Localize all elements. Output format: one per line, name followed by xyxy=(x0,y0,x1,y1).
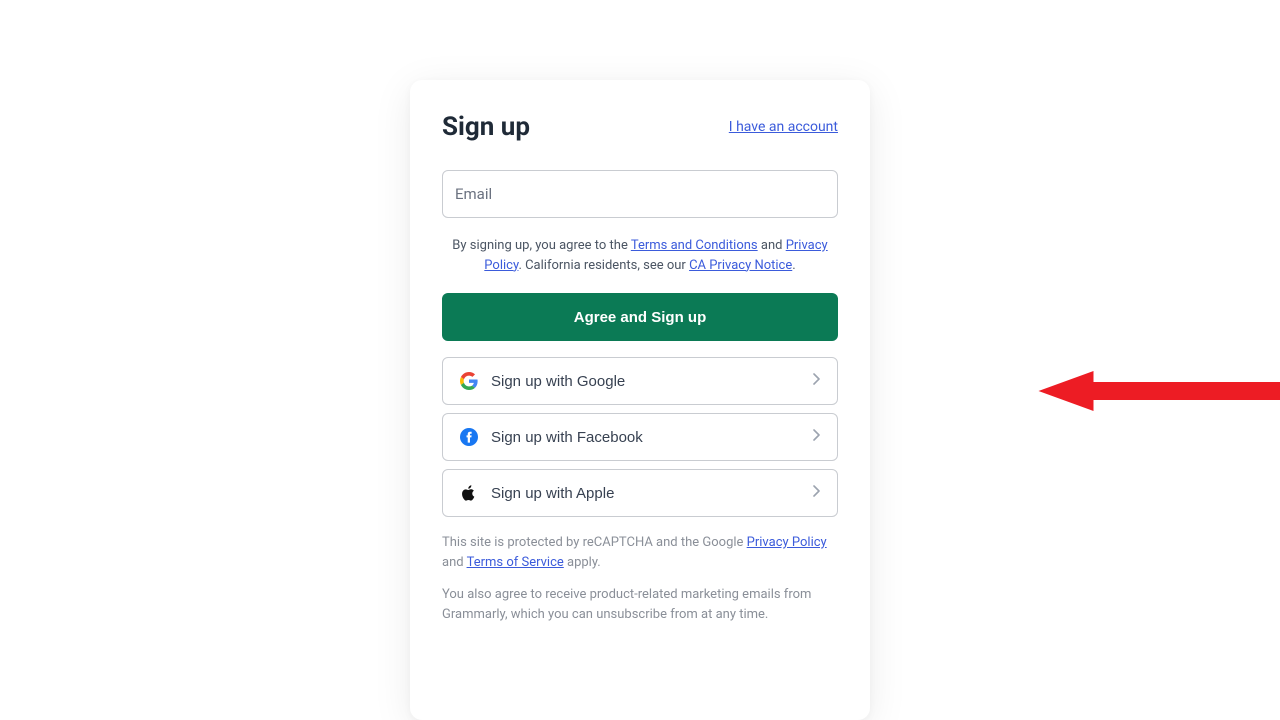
google-privacy-link[interactable]: Privacy Policy xyxy=(747,535,827,550)
chevron-right-icon xyxy=(813,484,821,502)
signup-google-button[interactable]: Sign up with Google xyxy=(442,357,838,405)
google-button-label: Sign up with Google xyxy=(491,373,813,390)
recaptcha-prefix: This site is protected by reCAPTCHA and … xyxy=(442,535,747,550)
chevron-right-icon xyxy=(813,372,821,390)
signup-card: Sign up I have an account Email By signi… xyxy=(410,80,870,720)
marketing-text: You also agree to receive product-relate… xyxy=(442,585,838,625)
apple-button-label: Sign up with Apple xyxy=(491,485,813,502)
apple-icon xyxy=(459,483,479,503)
signup-facebook-button[interactable]: Sign up with Facebook xyxy=(442,413,838,461)
terms-link[interactable]: Terms and Conditions xyxy=(631,238,758,253)
footer-and: and xyxy=(442,555,467,570)
page-title: Sign up xyxy=(442,112,530,142)
have-account-link[interactable]: I have an account xyxy=(729,119,838,135)
legal-prefix: By signing up, you agree to the xyxy=(452,238,631,253)
legal-ca-prefix: . California residents, see our xyxy=(518,258,689,273)
recaptcha-suffix: apply. xyxy=(564,555,601,570)
legal-and: and xyxy=(758,238,786,253)
facebook-button-label: Sign up with Facebook xyxy=(491,429,813,446)
email-field[interactable]: Email xyxy=(442,170,838,218)
header-row: Sign up I have an account xyxy=(442,112,838,142)
agree-signup-button[interactable]: Agree and Sign up xyxy=(442,293,838,341)
google-icon xyxy=(459,371,479,391)
facebook-icon xyxy=(459,427,479,447)
ca-privacy-link[interactable]: CA Privacy Notice xyxy=(689,258,792,273)
annotation-arrow xyxy=(1038,371,1280,411)
legal-suffix: . xyxy=(792,258,795,273)
google-tos-link[interactable]: Terms of Service xyxy=(467,555,564,570)
signup-apple-button[interactable]: Sign up with Apple xyxy=(442,469,838,517)
email-placeholder: Email xyxy=(455,185,492,203)
legal-text: By signing up, you agree to the Terms an… xyxy=(442,236,838,275)
footer-text: This site is protected by reCAPTCHA and … xyxy=(442,533,838,626)
chevron-right-icon xyxy=(813,428,821,446)
